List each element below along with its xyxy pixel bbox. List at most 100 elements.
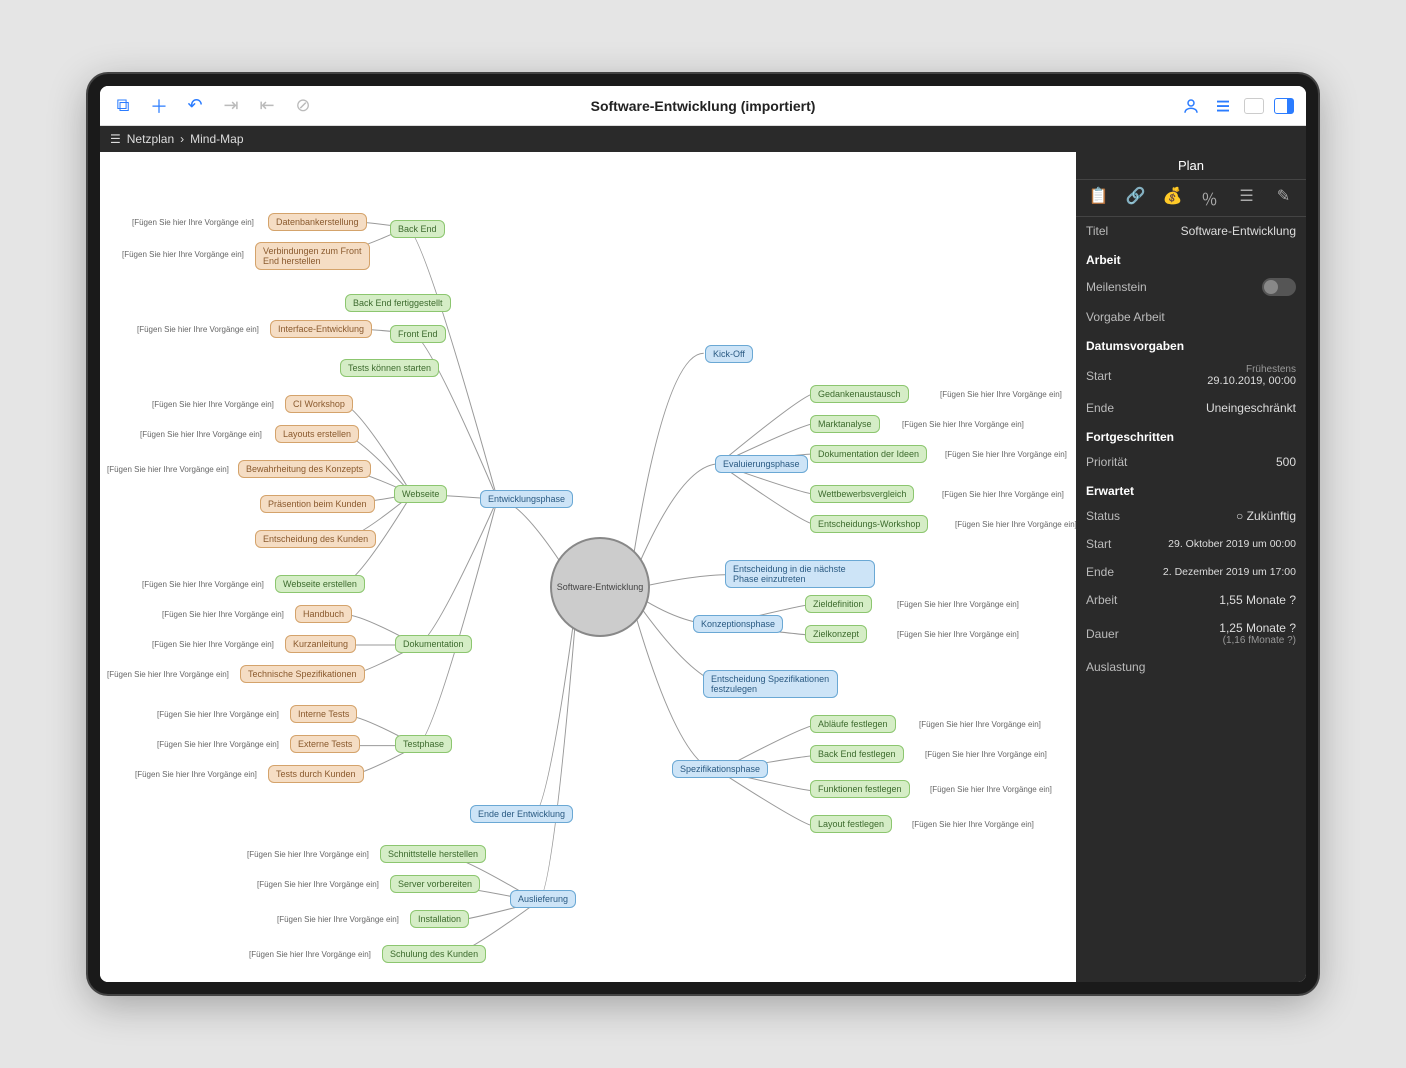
node-schnittstelle[interactable]: Schnittstelle herstellen [380,845,486,863]
placeholder[interactable]: [Fügen Sie hier Ihre Vorgänge ein] [130,322,266,337]
placeholder[interactable]: [Fügen Sie hier Ihre Vorgänge ein] [240,847,376,862]
node-ablaufe[interactable]: Abläufe festlegen [810,715,896,733]
placeholder[interactable]: [Fügen Sie hier Ihre Vorgänge ein] [125,215,261,230]
tab-edit-icon[interactable]: ✎ [1271,186,1297,210]
placeholder[interactable]: [Fügen Sie hier Ihre Vorgänge ein] [948,517,1076,532]
node-frontend[interactable]: Front End [390,325,446,343]
node-verb-frontend[interactable]: Verbindungen zum Front End herstellen [255,242,370,270]
node-testphase[interactable]: Testphase [395,735,452,753]
placeholder[interactable]: [Fügen Sie hier Ihre Vorgänge ein] [895,417,1031,432]
placeholder[interactable]: [Fügen Sie hier Ihre Vorgänge ein] [150,707,286,722]
outdent-icon[interactable]: ⇤ [256,95,278,117]
ende-row[interactable]: Ende Uneingeschränkt [1076,394,1306,422]
placeholder[interactable]: [Fügen Sie hier Ihre Vorgänge ein] [918,747,1054,762]
node-auslieferung[interactable]: Auslieferung [510,890,576,908]
node-wettbewerb[interactable]: Wettbewerbsvergleich [810,485,914,503]
node-ende-entw[interactable]: Ende der Entwicklung [470,805,573,823]
node-bewahrung[interactable]: Bewahrheitung des Konzepts [238,460,371,478]
node-interface[interactable]: Interface-Entwicklung [270,320,372,338]
node-konzeption[interactable]: Konzeptionsphase [693,615,783,633]
placeholder[interactable]: [Fügen Sie hier Ihre Vorgänge ein] [890,627,1026,642]
placeholder[interactable]: [Fügen Sie hier Ihre Vorgänge ein] [100,462,236,477]
placeholder[interactable]: [Fügen Sie hier Ihre Vorgänge ein] [242,947,378,962]
node-schulung[interactable]: Schulung des Kunden [382,945,486,963]
placeholder[interactable]: [Fügen Sie hier Ihre Vorgänge ein] [155,607,291,622]
node-entwicklung[interactable]: Entwicklungsphase [480,490,573,508]
node-kickoff[interactable]: Kick-Off [705,345,753,363]
node-entscheidung-spez[interactable]: Entscheidung Spezifikationen festzulegen [703,670,838,698]
placeholder[interactable]: [Fügen Sie hier Ihre Vorgänge ein] [145,397,281,412]
node-entscheidung-phase[interactable]: Entscheidung in die nächste Phase einzut… [725,560,875,588]
tab-money-icon[interactable]: 💰 [1160,186,1186,210]
placeholder[interactable]: [Fügen Sie hier Ihre Vorgänge ein] [923,782,1059,797]
node-db[interactable]: Datenbankerstellung [268,213,367,231]
node-markt[interactable]: Marktanalyse [810,415,880,433]
node-funktionen[interactable]: Funktionen festlegen [810,780,910,798]
meilenstein-toggle[interactable] [1262,278,1296,296]
menu-icon[interactable] [1212,95,1234,117]
node-webseite[interactable]: Webseite [394,485,447,503]
node-kurzanleitung[interactable]: Kurzanleitung [285,635,356,653]
mindmap-canvas[interactable]: Software-Entwicklung Kick-Off Evaluierun… [100,152,1076,982]
node-praesi[interactable]: Präsention beim Kunden [260,495,375,513]
node-zielkonzept[interactable]: Zielkonzept [805,625,867,643]
tab-link-icon[interactable]: 🔗 [1123,186,1149,210]
add-icon[interactable]: ＋ [148,95,170,117]
placeholder[interactable]: [Fügen Sie hier Ihre Vorgänge ein] [115,247,251,262]
node-doku-ideen[interactable]: Dokumentation der Ideen [810,445,927,463]
tab-list-icon[interactable]: ☰ [1234,186,1260,210]
node-eval[interactable]: Evaluierungsphase [715,455,808,473]
undo-icon[interactable]: ↶ [184,95,206,117]
node-kunde-ent[interactable]: Entscheidung des Kunden [255,530,376,548]
node-dokumentation[interactable]: Dokumentation [395,635,472,653]
placeholder[interactable]: [Fügen Sie hier Ihre Vorgänge ein] [905,817,1041,832]
placeholder[interactable]: [Fügen Sie hier Ihre Vorgänge ein] [133,427,269,442]
placeholder[interactable]: [Fügen Sie hier Ihre Vorgänge ein] [100,667,236,682]
placeholder[interactable]: [Fügen Sie hier Ihre Vorgänge ein] [128,767,264,782]
node-backend[interactable]: Back End [390,220,445,238]
tab-clipboard-icon[interactable]: 📋 [1086,186,1112,210]
breadcrumb-item[interactable]: Mind-Map [190,132,243,146]
center-node[interactable]: Software-Entwicklung [550,537,650,637]
node-installation[interactable]: Installation [410,910,469,928]
node-spezifikation[interactable]: Spezifikationsphase [672,760,768,778]
tab-percent-icon[interactable]: ％ [1197,186,1223,210]
node-ci[interactable]: CI Workshop [285,395,353,413]
node-layout-fest[interactable]: Layout festlegen [810,815,892,833]
prio-row[interactable]: Priorität 500 [1076,448,1306,476]
node-handbuch[interactable]: Handbuch [295,605,352,623]
placeholder[interactable]: [Fügen Sie hier Ihre Vorgänge ein] [250,877,386,892]
titel-value[interactable]: Software-Entwicklung [1181,224,1296,238]
node-server[interactable]: Server vorbereiten [390,875,480,893]
placeholder[interactable]: [Fügen Sie hier Ihre Vorgänge ein] [150,737,286,752]
indent-icon[interactable]: ⇥ [220,95,242,117]
placeholder[interactable]: [Fügen Sie hier Ihre Vorgänge ein] [890,597,1026,612]
node-workshop[interactable]: Entscheidungs-Workshop [810,515,928,533]
placeholder[interactable]: [Fügen Sie hier Ihre Vorgänge ein] [938,447,1074,462]
node-backend-fertig[interactable]: Back End fertiggestellt [345,294,451,312]
user-icon[interactable] [1180,95,1202,117]
node-tests-kunden[interactable]: Tests durch Kunden [268,765,364,783]
placeholder[interactable]: [Fügen Sie hier Ihre Vorgänge ein] [270,912,406,927]
node-tests-start[interactable]: Tests können starten [340,359,439,377]
node-webseite-erst[interactable]: Webseite erstellen [275,575,365,593]
node-techspez[interactable]: Technische Spezifikationen [240,665,365,683]
link-icon[interactable]: ⊘ [292,95,314,117]
node-extern[interactable]: Externe Tests [290,735,360,753]
node-gedanken[interactable]: Gedankenaustausch [810,385,909,403]
node-backend-fest[interactable]: Back End festlegen [810,745,904,763]
placeholder[interactable]: [Fügen Sie hier Ihre Vorgänge ein] [933,387,1069,402]
panel-right-icon[interactable] [1274,98,1294,114]
documents-icon[interactable]: ⧉ [112,95,134,117]
placeholder[interactable]: [Fügen Sie hier Ihre Vorgänge ein] [935,487,1071,502]
breadcrumb-item[interactable]: Netzplan [127,132,174,146]
node-zieldef[interactable]: Zieldefinition [805,595,872,613]
placeholder[interactable]: [Fügen Sie hier Ihre Vorgänge ein] [912,717,1048,732]
placeholder[interactable]: [Fügen Sie hier Ihre Vorgänge ein] [135,577,271,592]
placeholder[interactable]: [Fügen Sie hier Ihre Vorgänge ein] [145,637,281,652]
section-fortg: Fortgeschritten [1076,422,1306,448]
start-row[interactable]: Start Frühestens 29.10.2019, 00:00 [1076,357,1306,394]
panel-left-icon[interactable] [1244,98,1264,114]
node-layouts[interactable]: Layouts erstellen [275,425,359,443]
node-intern[interactable]: Interne Tests [290,705,357,723]
